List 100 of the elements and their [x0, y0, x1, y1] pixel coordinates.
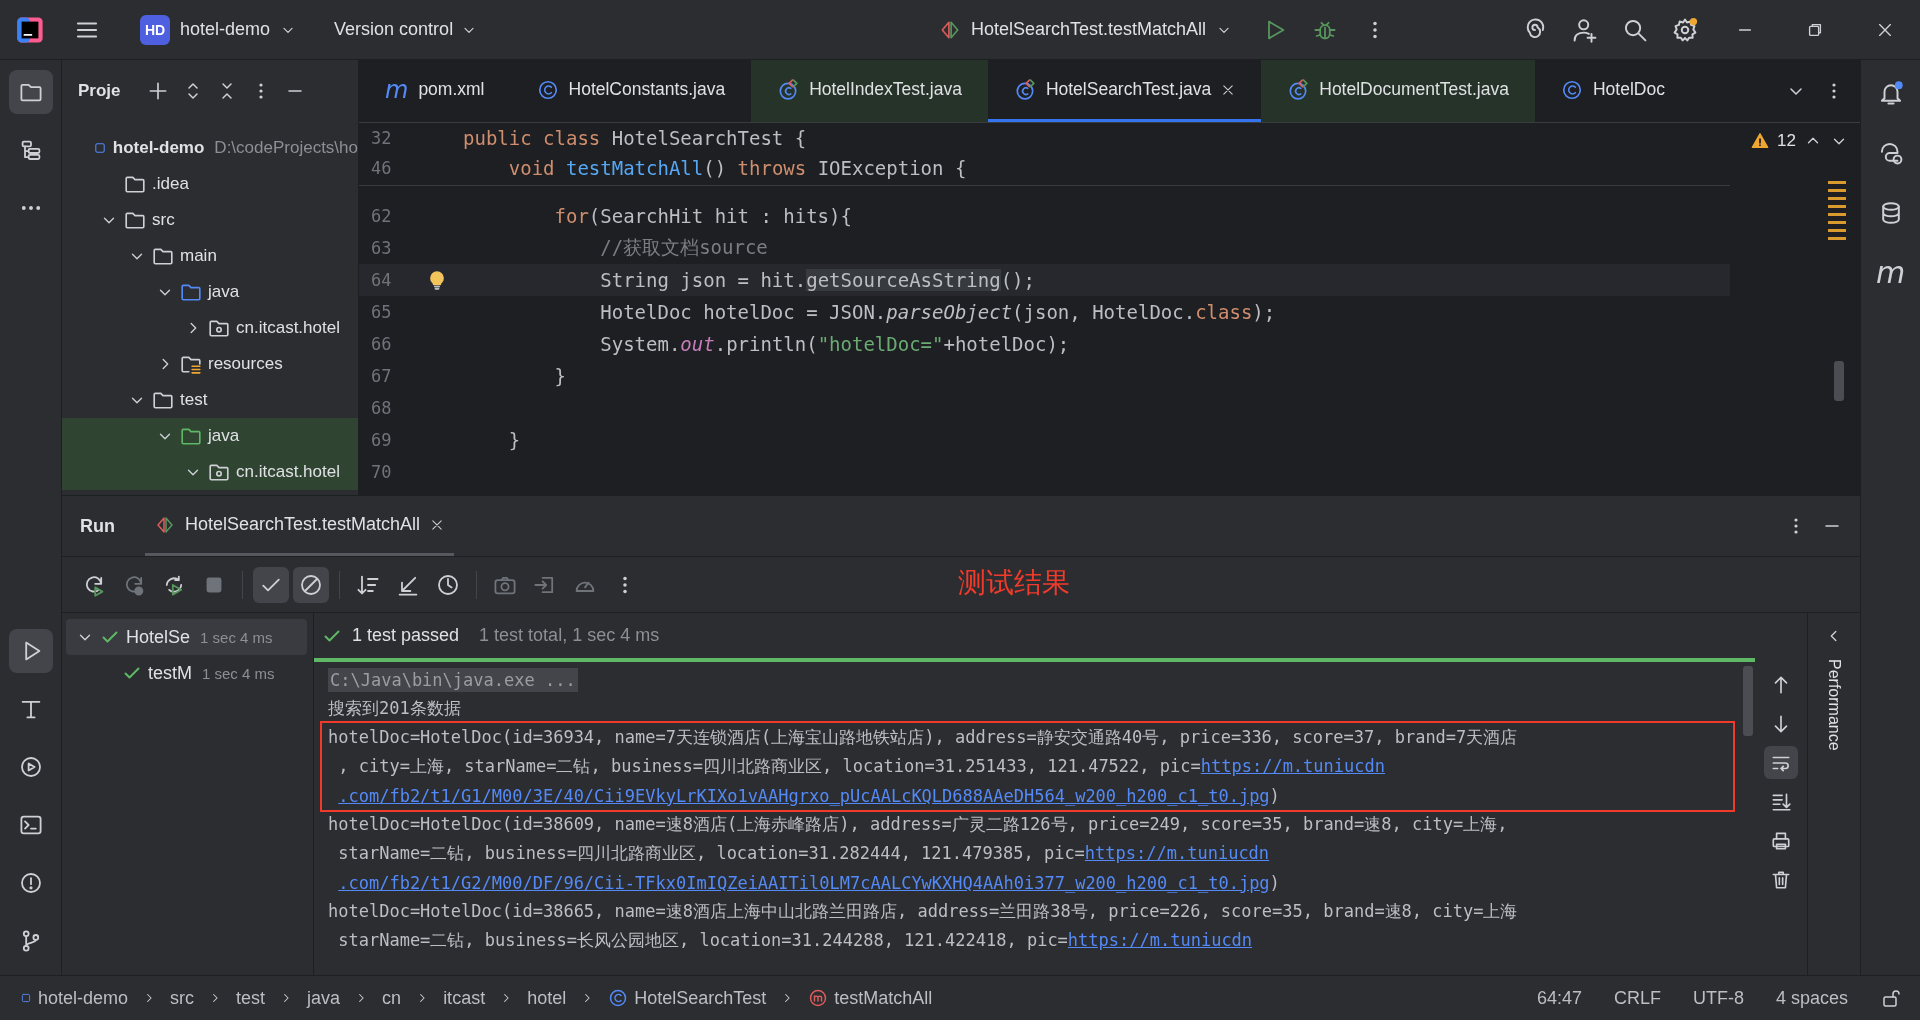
cancel-icon[interactable]: [299, 572, 323, 597]
console-line: .com/fb2/t1/G1/M00/3E/40/Cii9EVkyLrKIXo1vAAHgrxo_pUcAALcKQLD688AAeDH564_w200_h200_c1_t0.jpg): [338, 785, 1280, 806]
tree-item[interactable]: java: [208, 282, 240, 302]
close-icon[interactable]: [430, 517, 445, 532]
maven-icon: m: [385, 77, 409, 102]
close-icon[interactable]: [1221, 82, 1236, 97]
code-line: HotelDoc hotelDoc = JSON.parseObject(json, HotelDoc.class);: [600, 301, 1276, 323]
line-number: 62: [370, 206, 393, 226]
console-line: hotelDoc=HotelDoc(id=38665, name=速8酒店上海中山北路兰田路店, address=兰田路38号, price=226, score=35, brand=速8, city=上海: [328, 900, 1518, 923]
breadcrumb[interactable]: hotel-demo: [20, 987, 129, 1009]
code-line: }: [554, 365, 566, 387]
breadcrumb[interactable]: test: [236, 987, 266, 1009]
class-icon: [608, 988, 629, 1008]
indent-setting[interactable]: 4 spaces: [1775, 987, 1848, 1009]
console-line: starName=二钻, business=长风公园地区, location=31.244288, 121.422418, pic=https://m.tuniucdn: [338, 929, 1253, 952]
console-line: hotelDoc=HotelDoc(id=36934, name=7天连锁酒店(上海宝山路地铁站店), address=静安交通路40号, price=336, score=37, brand=7天酒店: [328, 726, 1518, 749]
line-number: 69: [370, 430, 393, 450]
line-number: 66: [370, 334, 393, 354]
link[interactable]: https://m.tuniucdn: [1067, 930, 1253, 950]
scrollbar[interactable]: [1743, 666, 1753, 736]
tree-item[interactable]: main: [180, 246, 217, 266]
code-line: }: [508, 429, 521, 451]
test-class-icon: [777, 78, 800, 101]
test-status: 1 test passed: [352, 625, 460, 646]
problems-icon[interactable]: [18, 871, 43, 895]
test-config-icon: [155, 514, 175, 535]
version-control-menu[interactable]: Version control: [328, 15, 484, 44]
tree-item[interactable]: resources: [208, 354, 283, 374]
tree-item[interactable]: cn.itcast.hotel: [236, 318, 340, 338]
unlock-icon[interactable]: [1880, 988, 1900, 1008]
run-tab[interactable]: HotelSearchTest.testMatchAll: [145, 496, 455, 556]
code-line: String json = hit.getSourceAsString();: [600, 269, 1035, 291]
line-number: 68: [370, 398, 393, 418]
console-line: starName=二钻, business=四川北路商业区, location=31.282444, 121.479385, pic=https://m.tuniucdn: [338, 842, 1270, 865]
method-icon: [808, 988, 829, 1008]
link[interactable]: https://m.tuniucdn: [1200, 756, 1385, 776]
project-path: D:\codeProjects\ho: [214, 138, 358, 158]
link[interactable]: https://m.tuniucdn: [1084, 843, 1270, 863]
project-name: hotel-demo: [180, 19, 271, 40]
breadcrumb[interactable]: testMatchAll: [808, 987, 933, 1009]
maven-icon[interactable]: m: [1875, 258, 1906, 288]
tree-item[interactable]: java: [208, 426, 240, 446]
panel-title: Proje: [78, 81, 121, 101]
breadcrumb[interactable]: itcast: [443, 987, 486, 1009]
printer-icon[interactable]: [1770, 829, 1792, 852]
breadcrumb[interactable]: cn: [382, 987, 402, 1009]
terminal-icon[interactable]: [18, 813, 43, 837]
editor-tab[interactable]: m pom.xml: [359, 60, 511, 122]
editor-tab[interactable]: HotelDocumentTest.java: [1261, 60, 1535, 122]
link[interactable]: .com/fb2/t1/G2/M00/DF/96/Cii-TFkx0ImIQZeiAAITil0LM7cAALCYwKXHQ4AAh0i377_w200_h200_c1_t0.jpg: [338, 872, 1270, 893]
tree-item[interactable]: src: [152, 210, 175, 230]
clock-icon[interactable]: [436, 572, 460, 597]
file-encoding[interactable]: UTF-8: [1692, 987, 1744, 1009]
scrollbar[interactable]: [1834, 361, 1844, 401]
side-panel-tab[interactable]: Performance: [1825, 659, 1843, 751]
line-number: 63: [370, 238, 393, 258]
code-line: System.out.println("hotelDoc="+hotelDoc);: [600, 333, 1070, 355]
tree-item[interactable]: test: [180, 390, 208, 410]
console-line: 搜索到201条数据: [328, 697, 461, 720]
code-line: public class HotelSearchTest {: [463, 127, 807, 149]
test-row[interactable]: HotelSe 1 sec 4 ms: [66, 619, 307, 655]
console-line: hotelDoc=HotelDoc(id=38609, name=速8酒店(上海赤峰路店), address=广灵二路126号, price=249, score=35, brand=速8, city=上海,: [328, 813, 1508, 836]
annotation-label: 测试结果: [958, 566, 1070, 600]
settings-icon[interactable]: [1672, 16, 1698, 43]
code-line: for(SearchHit hit : hits){: [554, 205, 852, 227]
breadcrumb[interactable]: java: [307, 987, 341, 1009]
line-number: 65: [370, 302, 393, 322]
test-row[interactable]: testM 1 sec 4 ms: [66, 655, 307, 691]
console-line: .com/fb2/t1/G2/M00/DF/96/Cii-TFkx0ImIQZeiAAITil0LM7cAALCYwKXHQ4AAh0i377_w200_h200_c1_t0.jpg): [338, 872, 1280, 893]
warning-icon: [1751, 132, 1770, 150]
line-number: 70: [370, 462, 393, 482]
panel-title: Run: [80, 515, 115, 537]
code-line: //获取文档source: [600, 235, 768, 260]
project-switcher[interactable]: HD hotel-demo: [134, 10, 303, 49]
module-icon: [20, 992, 32, 1004]
line-number: 64: [370, 270, 393, 290]
run-configuration[interactable]: HotelSearchTest.testMatchAll: [932, 14, 1238, 45]
project-badge: HD: [140, 14, 170, 45]
trash-icon[interactable]: [1770, 868, 1792, 891]
breadcrumb[interactable]: src: [170, 987, 195, 1009]
breadcrumb[interactable]: HotelSearchTest: [608, 987, 767, 1009]
add-user-icon[interactable]: [1572, 16, 1598, 43]
tree-item[interactable]: cn.itcast.hotel: [236, 462, 340, 482]
class-icon: [536, 78, 559, 101]
caret-position[interactable]: 64:47: [1536, 987, 1582, 1009]
code-line: void testMatchAll() throws IOException {: [508, 157, 967, 179]
tree-item[interactable]: .idea: [152, 174, 189, 194]
services-icon[interactable]: [18, 755, 43, 779]
line-number: 46: [370, 158, 393, 178]
editor-tab[interactable]: HotelDoc: [1534, 60, 1691, 122]
link[interactable]: .com/fb2/t1/G1/M00/3E/40/Cii9EVkyLrKIXo1vAAHgrxo_pUcAALcKQLD688AAeDH564_w200_h200_c1_t0.jpg: [338, 785, 1270, 806]
editor-tab[interactable]: HotelConstants.java: [510, 60, 752, 122]
tree-item[interactable]: hotel-demo: [112, 138, 205, 158]
editor-tab[interactable]: HotelIndexTest.java: [751, 60, 988, 122]
class-icon: [1560, 78, 1583, 101]
app-logo-icon[interactable]: [16, 15, 44, 44]
breadcrumb[interactable]: hotel: [527, 987, 567, 1009]
scroll-to-end-icon[interactable]: [1770, 790, 1792, 813]
line-separator[interactable]: CRLF: [1613, 987, 1661, 1009]
warning-count[interactable]: 12: [1777, 131, 1796, 151]
